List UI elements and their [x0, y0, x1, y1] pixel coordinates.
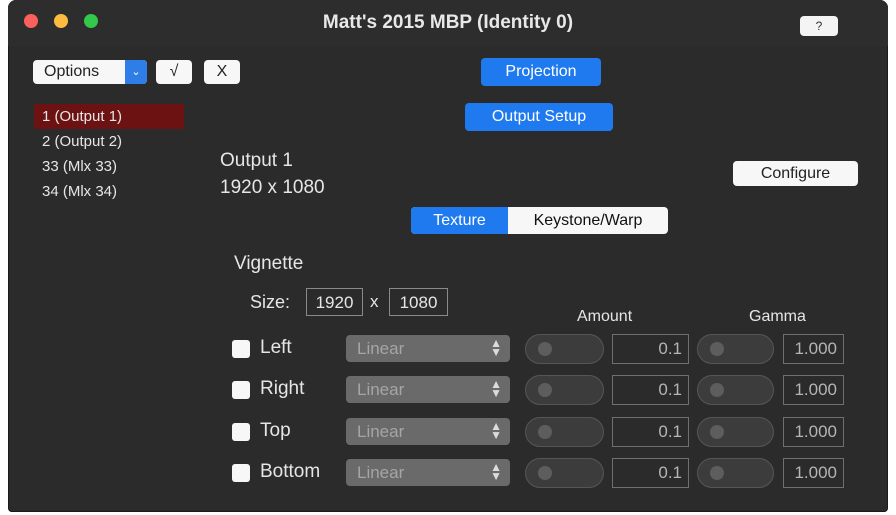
vignette-row-left: Left Linear ▲ ▼ 0.1 1.000 — [8, 334, 888, 364]
updown-chevron-icon: ▲ ▼ — [490, 460, 502, 483]
updown-chevron-icon: ▲ ▼ — [490, 419, 502, 442]
slider-thumb[interactable] — [710, 342, 724, 356]
amount-slider[interactable] — [525, 458, 604, 488]
amount-slider[interactable] — [525, 375, 604, 405]
slider-thumb[interactable] — [538, 342, 552, 356]
left-checkbox[interactable] — [232, 340, 250, 358]
projection-button[interactable]: Projection — [481, 58, 601, 86]
row-label: Left — [260, 337, 292, 358]
gamma-slider[interactable] — [697, 417, 774, 447]
options-dropdown[interactable]: Options ⌄ — [33, 60, 147, 84]
output-list: 1 (Output 1) 2 (Output 2) 33 (Mlx 33) 34… — [34, 104, 184, 204]
curve-value: Linear — [357, 463, 405, 482]
apply-button[interactable]: √ — [156, 60, 192, 84]
updown-chevron-icon: ▲ ▼ — [490, 377, 502, 400]
gamma-field[interactable]: 1.000 — [783, 417, 844, 447]
top-checkbox[interactable] — [232, 423, 250, 441]
output-setup-button[interactable]: Output Setup — [465, 103, 613, 131]
amount-slider[interactable] — [525, 417, 604, 447]
amount-slider[interactable] — [525, 334, 604, 364]
gamma-field[interactable]: 1.000 — [783, 375, 844, 405]
vignette-row-right: Right Linear ▲ ▼ 0.1 1.000 — [8, 375, 888, 405]
row-label: Top — [260, 420, 291, 441]
cancel-button[interactable]: X — [204, 60, 240, 84]
slider-thumb[interactable] — [710, 466, 724, 480]
curve-value: Linear — [357, 422, 405, 441]
vignette-row-top: Top Linear ▲ ▼ 0.1 1.000 — [8, 417, 888, 447]
output-resolution: 1920 x 1080 — [220, 177, 325, 198]
amount-field[interactable]: 0.1 — [612, 334, 689, 364]
gamma-field[interactable]: 1.000 — [783, 334, 844, 364]
curve-dropdown[interactable]: Linear ▲ ▼ — [346, 459, 510, 486]
output-name: Output 1 — [220, 150, 293, 171]
updown-chevron-icon: ▲ ▼ — [490, 336, 502, 359]
gamma-slider[interactable] — [697, 375, 774, 405]
output-list-item[interactable]: 34 (Mlx 34) — [34, 179, 184, 204]
output-list-item[interactable]: 33 (Mlx 33) — [34, 154, 184, 179]
curve-value: Linear — [357, 339, 405, 358]
right-checkbox[interactable] — [232, 381, 250, 399]
size-label: Size: — [250, 292, 291, 312]
slider-thumb[interactable] — [538, 466, 552, 480]
gamma-field[interactable]: 1.000 — [783, 458, 844, 488]
gamma-header: Gamma — [749, 308, 806, 325]
vignette-width-field[interactable]: 1920 — [306, 288, 363, 316]
title-bar: Matt's 2015 MBP (Identity 0) ? — [8, 0, 888, 46]
curve-dropdown[interactable]: Linear ▲ ▼ — [346, 335, 510, 362]
curve-value: Linear — [357, 380, 405, 399]
output-list-item[interactable]: 1 (Output 1) — [34, 104, 184, 129]
slider-thumb[interactable] — [538, 383, 552, 397]
output-list-item[interactable]: 2 (Output 2) — [34, 129, 184, 154]
gamma-slider[interactable] — [697, 458, 774, 488]
help-button[interactable]: ? — [800, 16, 838, 36]
amount-field[interactable]: 0.1 — [612, 458, 689, 488]
size-separator: x — [370, 292, 379, 311]
tab-texture[interactable]: Texture — [411, 207, 508, 234]
vignette-height-field[interactable]: 1080 — [389, 288, 448, 316]
app-window: Matt's 2015 MBP (Identity 0) ? Options ⌄… — [8, 0, 888, 512]
amount-field[interactable]: 0.1 — [612, 417, 689, 447]
slider-thumb[interactable] — [710, 425, 724, 439]
row-label: Right — [260, 378, 305, 399]
options-label: Options — [44, 63, 100, 80]
gamma-slider[interactable] — [697, 334, 774, 364]
configure-button[interactable]: Configure — [733, 161, 858, 186]
curve-dropdown[interactable]: Linear ▲ ▼ — [346, 418, 510, 445]
view-tabs: Texture Keystone/Warp — [411, 207, 668, 234]
slider-thumb[interactable] — [538, 425, 552, 439]
amount-header: Amount — [577, 308, 633, 325]
vignette-heading: Vignette — [234, 253, 304, 274]
slider-thumb[interactable] — [710, 383, 724, 397]
row-label: Bottom — [260, 461, 321, 482]
chevron-down-icon: ⌄ — [125, 60, 147, 84]
tab-keystone-warp[interactable]: Keystone/Warp — [508, 207, 668, 234]
curve-dropdown[interactable]: Linear ▲ ▼ — [346, 376, 510, 403]
window-title: Matt's 2015 MBP (Identity 0) — [322, 12, 574, 33]
vignette-row-bottom: Bottom Linear ▲ ▼ 0.1 1.000 — [8, 458, 888, 488]
amount-field[interactable]: 0.1 — [612, 375, 689, 405]
bottom-checkbox[interactable] — [232, 464, 250, 482]
